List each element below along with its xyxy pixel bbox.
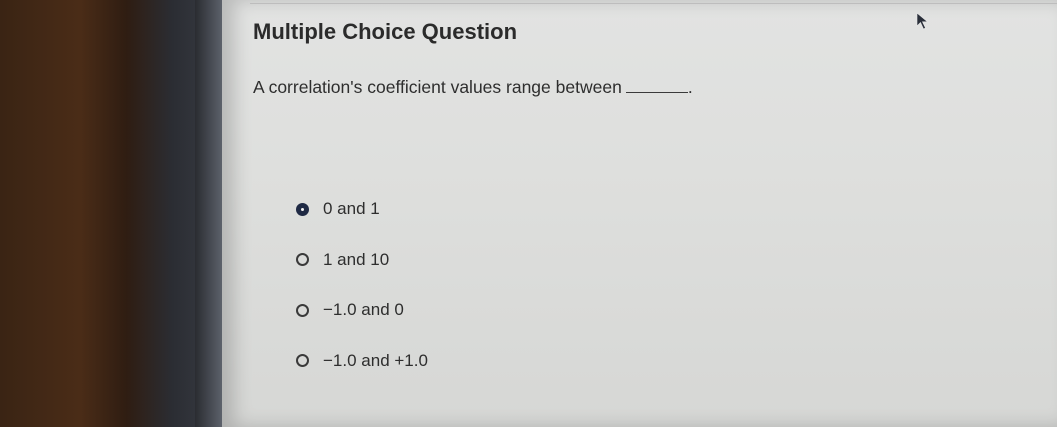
radio-button[interactable] <box>296 253 309 266</box>
radio-button[interactable] <box>296 354 309 367</box>
option-label[interactable]: −1.0 and +1.0 <box>323 351 428 371</box>
question-heading: Multiple Choice Question <box>253 19 518 44</box>
option-1-and-10[interactable]: 1 and 10 <box>296 247 428 273</box>
option-label[interactable]: 0 and 1 <box>323 199 380 219</box>
radio-button[interactable] <box>296 303 309 317</box>
question-prompt: A correlation's coefficient values range… <box>253 77 693 98</box>
option-label[interactable]: −1.0 and 0 <box>323 300 404 320</box>
option-neg1-and-0[interactable]: −1.0 and 0 <box>296 297 428 323</box>
option-neg1-and-pos1[interactable]: −1.0 and +1.0 <box>296 348 428 374</box>
option-0-and-1[interactable]: 0 and 1 <box>296 196 428 222</box>
top-divider <box>250 3 1057 4</box>
answer-blank <box>625 91 688 93</box>
question-text: A correlation's coefficient values range… <box>253 77 622 97</box>
radio-button-selected[interactable] <box>296 202 309 216</box>
question-period: . <box>687 77 693 97</box>
mouse-pointer-icon <box>916 12 929 30</box>
answer-options: 0 and 1 1 and 10 −1.0 and 0 −1.0 and +1.… <box>296 196 428 398</box>
option-label[interactable]: 1 and 10 <box>323 250 389 270</box>
